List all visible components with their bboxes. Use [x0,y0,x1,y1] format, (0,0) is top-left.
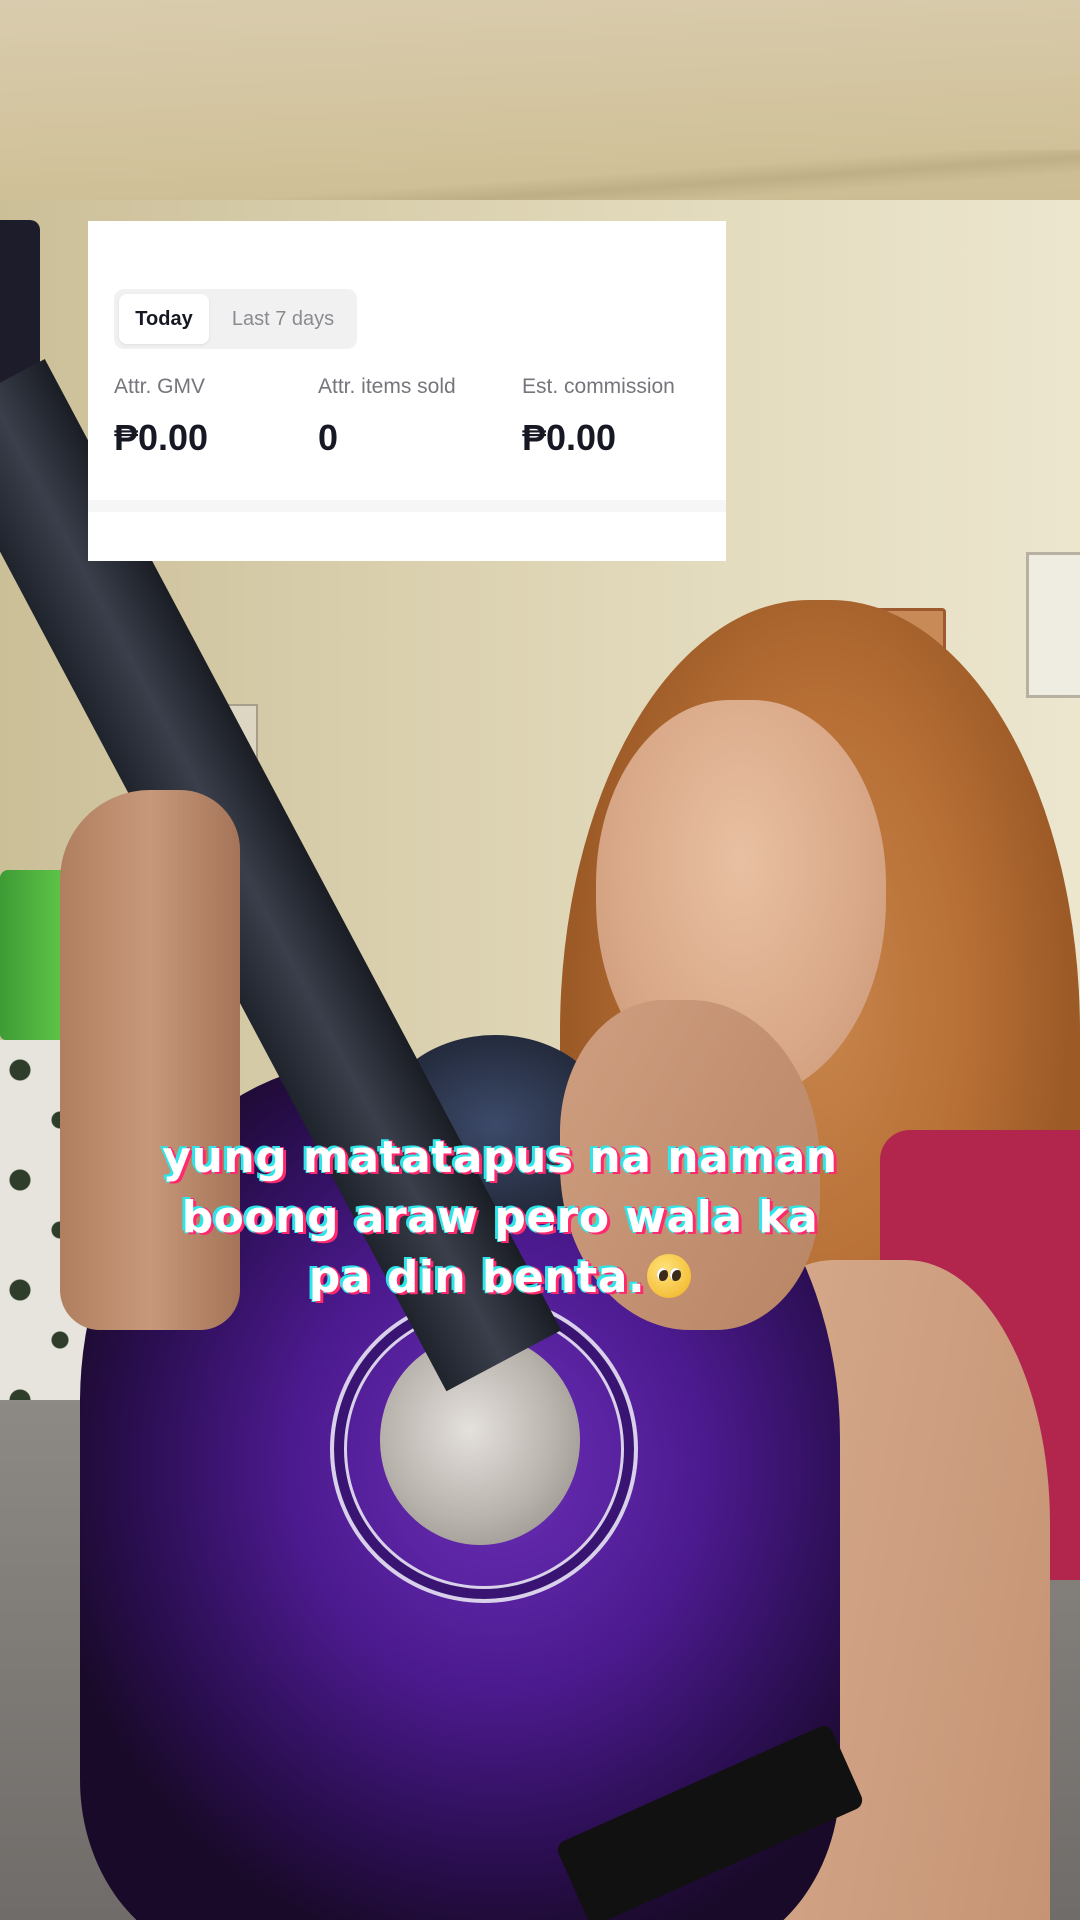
pleading-face-emoji-icon [647,1254,692,1298]
metric-label: Attr. GMV [114,375,206,398]
video-caption: yung matatapus na naman boong araw pero … [60,1128,940,1308]
date-range-toggle: Today Last 7 days [114,289,357,349]
caption-line-text: pa din benta. [308,1252,646,1303]
stats-card: Today Last 7 days Attr. GMV ₱0.00 Attr. … [88,221,726,561]
tab-today[interactable]: Today [119,294,209,344]
metric-items-sold: Attr. items sold 0 [318,375,518,459]
caption-line: boong araw pero wala ka [181,1192,819,1243]
caption-line-last: pa din benta. [60,1248,940,1308]
metric-label: Est. commission [522,375,675,398]
metric-value: ₱0.00 [114,417,209,458]
metric-gmv: Attr. GMV ₱0.00 [114,375,314,459]
metric-label: Attr. items sold [318,375,456,398]
tab-last-7-days[interactable]: Last 7 days [214,294,352,344]
metric-commission: Est. commission ₱0.00 [522,375,722,459]
metric-value: 0 [318,417,339,458]
wall-frame-right [1026,552,1080,698]
metric-value: ₱0.00 [522,417,617,458]
caption-line: yung matatapus na naman [162,1132,838,1183]
card-divider [88,500,726,512]
